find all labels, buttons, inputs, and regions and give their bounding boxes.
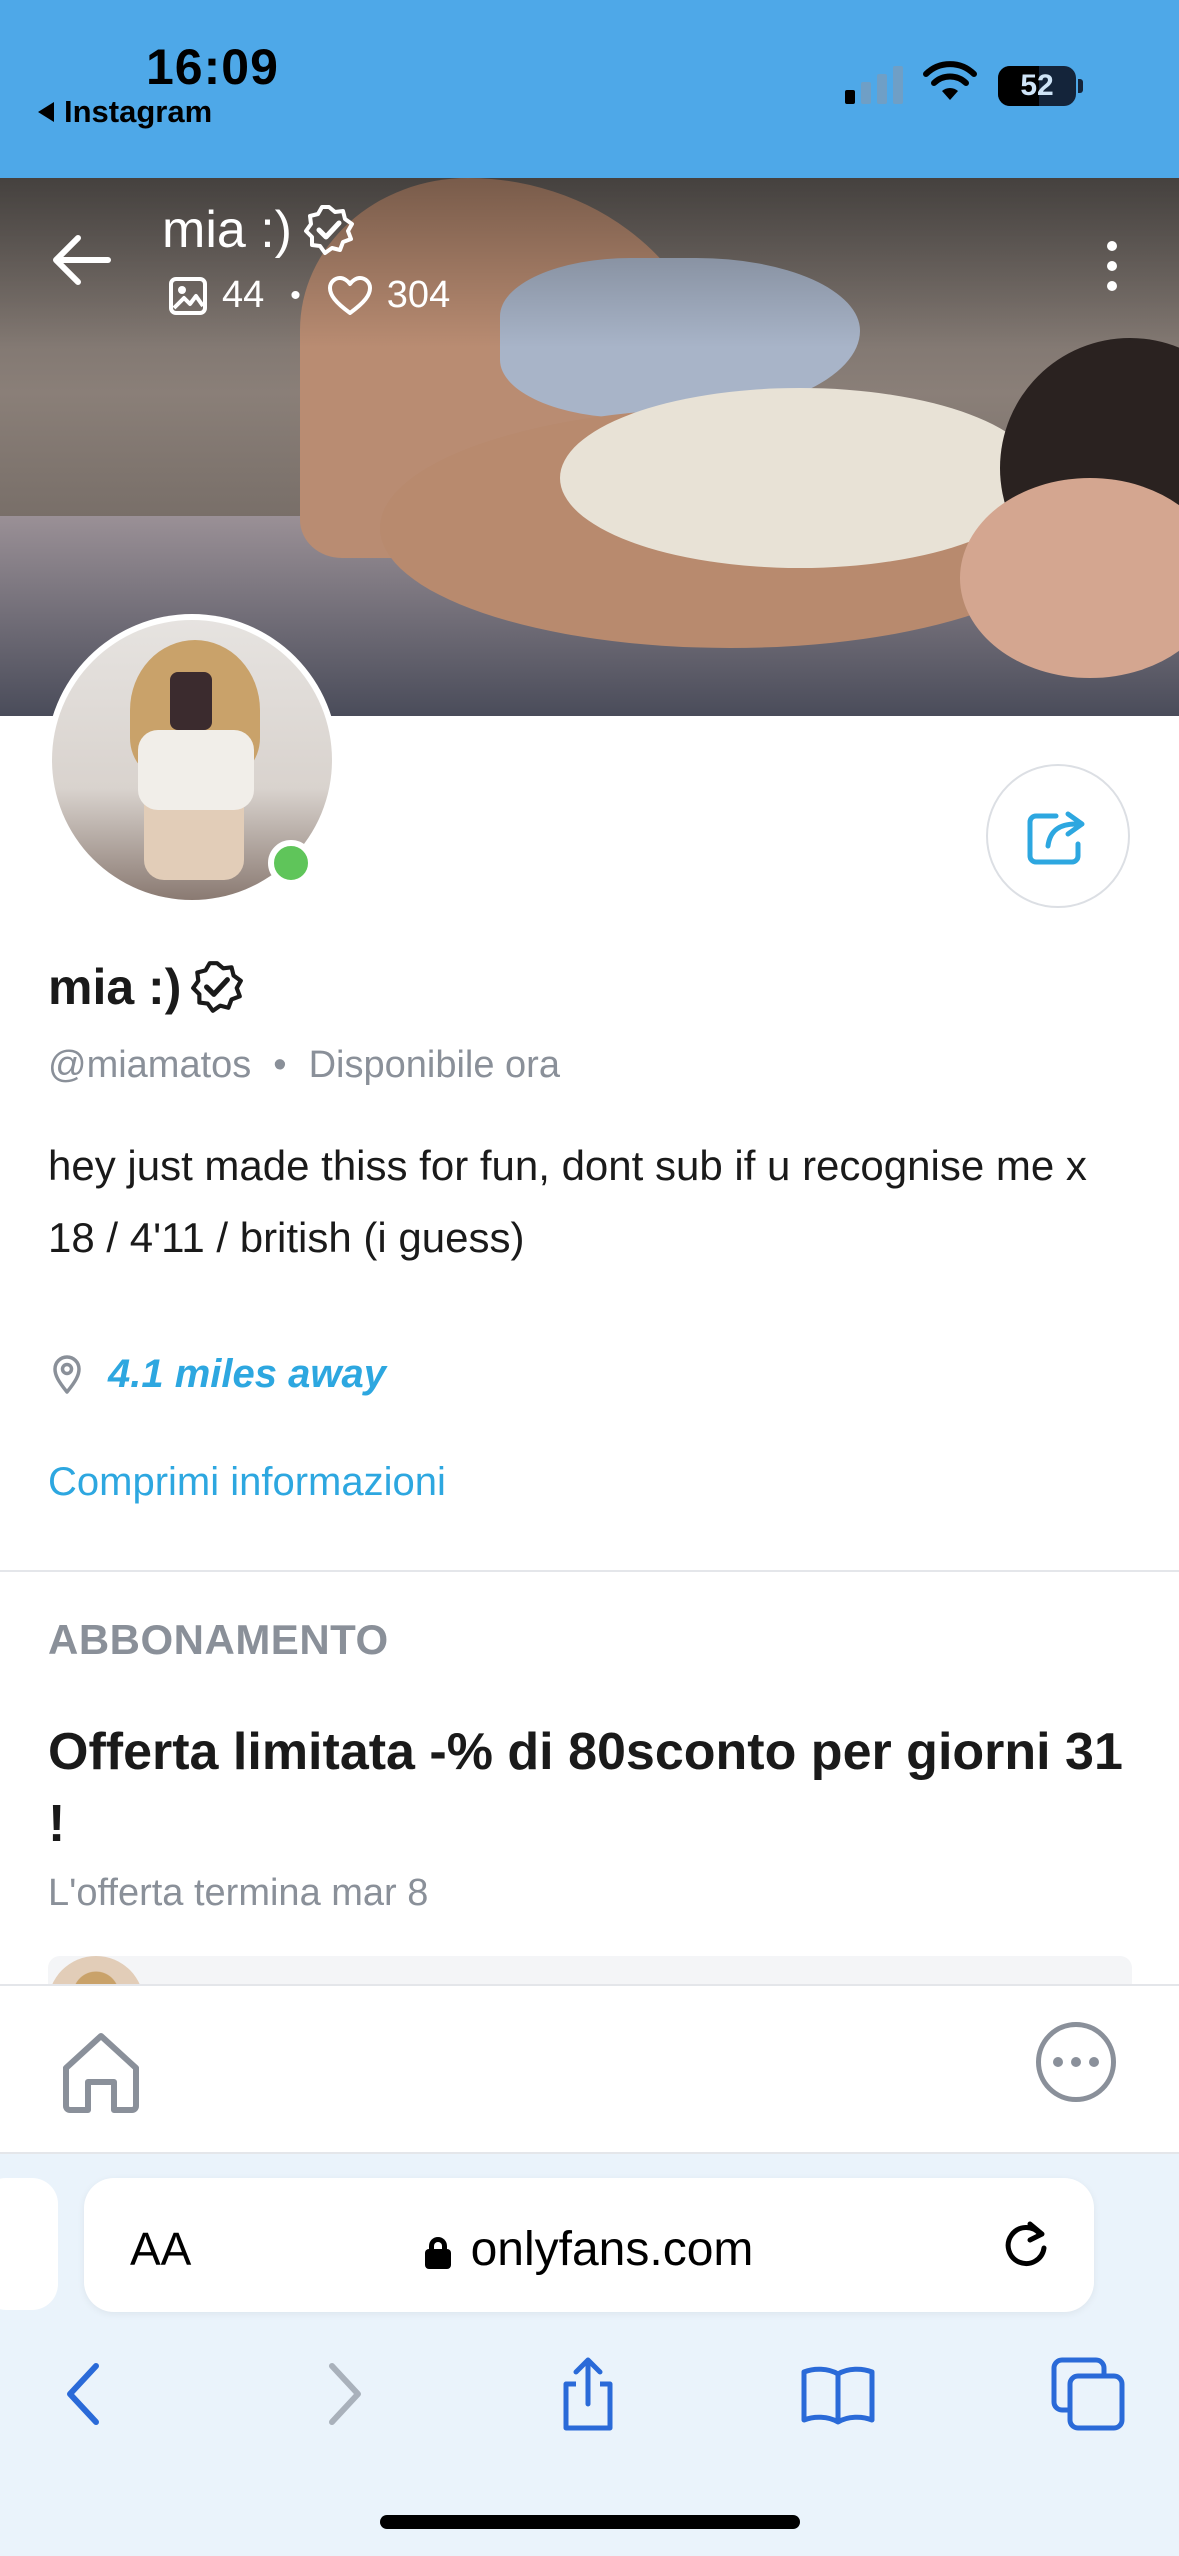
back-arrow-icon[interactable] — [50, 232, 114, 288]
battery-level: 52 — [1020, 69, 1054, 102]
share-sheet-icon[interactable] — [548, 2354, 628, 2434]
profile-meta: @miamatos • Disponibile ora — [48, 1044, 560, 1087]
media-count: 44 — [222, 274, 265, 316]
browser-toolbar — [0, 2354, 1179, 2464]
back-triangle-icon — [38, 102, 54, 122]
previous-tab[interactable] — [0, 2178, 58, 2310]
status-bar: 16:09 Instagram 52 — [0, 0, 1179, 178]
bio-line: hey just made thiss for fun, dont sub if… — [48, 1142, 1087, 1189]
back-app-label: Instagram — [64, 94, 213, 129]
forward-icon[interactable] — [300, 2354, 380, 2434]
battery-nub — [1078, 79, 1083, 93]
availability-status: Disponibile ora — [308, 1044, 560, 1086]
header-title: mia :) — [162, 200, 356, 260]
url-display[interactable]: onlyfans.com — [84, 2222, 1094, 2277]
bio: hey just made thiss for fun, dont sub if… — [48, 1130, 1148, 1274]
profile-name-text: mia :) — [48, 959, 182, 1015]
profile-handle: @miamatos — [48, 1044, 252, 1086]
browser-chrome: AA onlyfans.com — [0, 2154, 1179, 2556]
share-button[interactable] — [986, 764, 1130, 908]
online-status-dot — [268, 840, 314, 886]
lock-icon — [424, 2237, 451, 2269]
bio-line: 18 / 4'11 / british (i guess) — [48, 1214, 525, 1261]
verified-badge-icon — [191, 961, 244, 1013]
header-name: mia :) — [162, 201, 292, 259]
address-bar[interactable]: AA onlyfans.com — [84, 2178, 1094, 2312]
header-stats: 44 • 304 — [168, 274, 450, 317]
home-icon[interactable] — [56, 2026, 146, 2116]
bookmarks-icon[interactable] — [798, 2354, 878, 2434]
share-icon — [1027, 811, 1085, 865]
reload-icon[interactable] — [996, 2214, 1056, 2274]
image-icon — [169, 276, 207, 315]
likes-count: 304 — [386, 274, 451, 316]
heart-icon — [327, 275, 372, 315]
status-time: 16:09 — [146, 39, 279, 95]
tabs-icon[interactable] — [1048, 2354, 1128, 2434]
separator-dot: • — [290, 278, 301, 312]
wifi-icon — [923, 61, 977, 100]
offer-end-date: L'offerta termina mar 8 — [48, 1872, 429, 1914]
location-distance: 4.1 miles away — [108, 1352, 386, 1396]
cellular-signal-icon — [845, 64, 903, 104]
collapse-info-link[interactable]: Comprimi informazioni — [48, 1460, 446, 1505]
profile-name: mia :) — [48, 958, 245, 1016]
app-bottom-nav — [0, 1984, 1179, 2154]
more-horizontal-icon[interactable] — [1036, 2022, 1116, 2102]
location-pin-icon — [53, 1354, 81, 1394]
offer-avatar — [48, 1956, 144, 1986]
url-text: onlyfans.com — [470, 2223, 754, 2276]
battery-icon: 52 — [998, 66, 1076, 106]
divider — [0, 1570, 1179, 1572]
home-indicator — [380, 2515, 800, 2529]
more-vertical-icon[interactable] — [1100, 236, 1124, 296]
verified-badge-icon — [304, 205, 354, 255]
back-to-app-link[interactable]: Instagram — [38, 94, 212, 130]
separator-dot: • — [273, 1044, 287, 1086]
location: 4.1 miles away — [52, 1352, 386, 1397]
offer-title: Offerta limitata -% di 80sconto per gior… — [48, 1723, 1123, 1853]
section-title: ABBONAMENTO — [48, 1616, 389, 1663]
back-icon[interactable] — [48, 2354, 128, 2434]
subscribe-button[interactable] — [48, 1956, 1132, 1986]
